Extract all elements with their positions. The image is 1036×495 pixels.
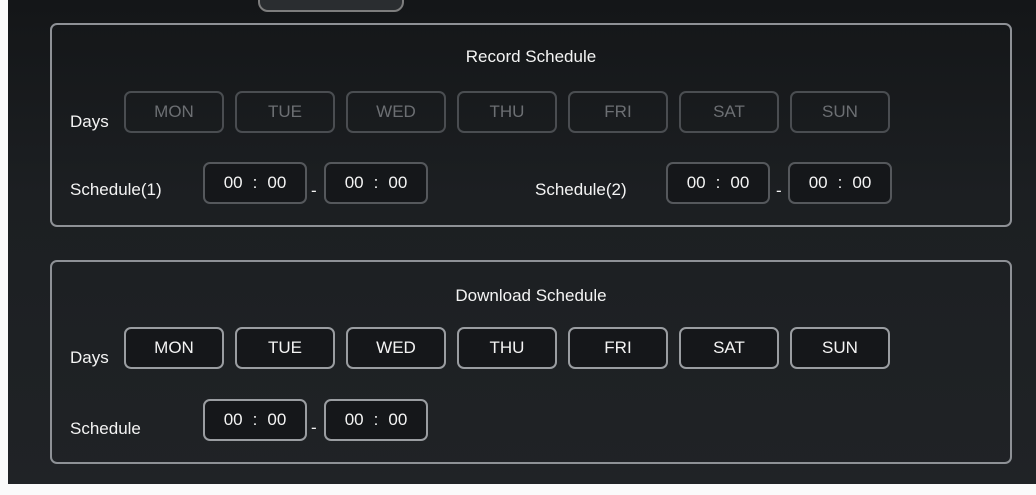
record-schedule-panel: Record Schedule Days MON TUE WED THU FRI…: [50, 23, 1012, 227]
record-day-sun[interactable]: SUN: [790, 91, 890, 133]
page-frame-bottom: [0, 484, 1036, 495]
time-separator: :: [715, 173, 721, 192]
download-schedule-start-hour[interactable]: 00: [224, 410, 243, 430]
record-day-sat[interactable]: SAT: [679, 91, 779, 133]
record-schedule2-end[interactable]: 00 : 00: [788, 162, 892, 204]
record-schedule1-start-hour[interactable]: 00: [224, 173, 243, 193]
page-frame-left: [0, 0, 8, 495]
record-schedule1-end-minute[interactable]: 00: [388, 173, 407, 193]
record-schedule1-end[interactable]: 00 : 00: [324, 162, 428, 204]
download-day-sun[interactable]: SUN: [790, 327, 890, 369]
record-day-mon[interactable]: MON: [124, 91, 224, 133]
time-separator: :: [252, 410, 258, 429]
download-day-tue[interactable]: TUE: [235, 327, 335, 369]
record-days-label: Days: [70, 112, 109, 131]
download-day-wed[interactable]: WED: [346, 327, 446, 369]
download-schedule-end-minute[interactable]: 00: [388, 410, 407, 430]
record-day-tue[interactable]: TUE: [235, 91, 335, 133]
time-separator: :: [252, 173, 258, 192]
record-schedule-title: Record Schedule: [465, 47, 597, 66]
time-separator: :: [837, 173, 843, 192]
record-schedule1-start-minute[interactable]: 00: [267, 173, 286, 193]
record-day-fri[interactable]: FRI: [568, 91, 668, 133]
download-schedule-start-minute[interactable]: 00: [267, 410, 286, 430]
time-separator: :: [373, 173, 379, 192]
download-schedule-label: Schedule: [70, 419, 141, 438]
time-separator: :: [373, 410, 379, 429]
download-schedule-end-hour[interactable]: 00: [345, 410, 364, 430]
record-schedule2-start-hour[interactable]: 00: [687, 173, 706, 193]
record-schedule2-end-hour[interactable]: 00: [809, 173, 828, 193]
record-schedule2-start[interactable]: 00 : 00: [666, 162, 770, 204]
record-day-thu[interactable]: THU: [457, 91, 557, 133]
download-day-fri[interactable]: FRI: [568, 327, 668, 369]
top-tab[interactable]: [258, 0, 404, 12]
record-schedule1-dash: -: [311, 181, 317, 200]
download-schedule-title: Download Schedule: [455, 286, 607, 305]
record-schedule1-label: Schedule(1): [70, 180, 162, 199]
download-schedule-dash: -: [311, 418, 317, 437]
download-day-sat[interactable]: SAT: [679, 327, 779, 369]
record-schedule2-label: Schedule(2): [535, 180, 627, 199]
record-day-wed[interactable]: WED: [346, 91, 446, 133]
record-schedule2-end-minute[interactable]: 00: [852, 173, 871, 193]
record-schedule2-start-minute[interactable]: 00: [730, 173, 749, 193]
download-schedule-panel: Download Schedule Days MON TUE WED THU F…: [50, 260, 1012, 464]
download-schedule-start[interactable]: 00 : 00: [203, 399, 307, 441]
download-days-label: Days: [70, 348, 109, 367]
record-schedule1-start[interactable]: 00 : 00: [203, 162, 307, 204]
download-schedule-end[interactable]: 00 : 00: [324, 399, 428, 441]
download-day-thu[interactable]: THU: [457, 327, 557, 369]
record-schedule2-dash: -: [776, 181, 782, 200]
download-day-mon[interactable]: MON: [124, 327, 224, 369]
record-schedule1-end-hour[interactable]: 00: [345, 173, 364, 193]
